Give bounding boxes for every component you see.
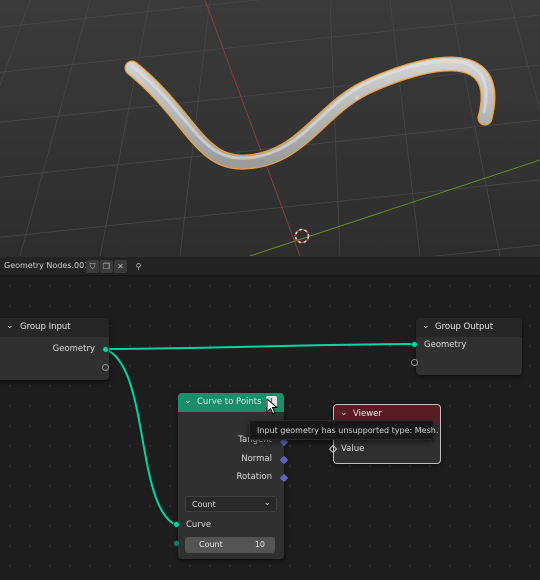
group-input-header[interactable]: ⌄ Group Input [0,318,109,337]
mouse-cursor-icon [266,398,279,415]
link-geometry-to-output[interactable] [104,343,415,350]
input-geometry-label: Geometry [424,340,467,350]
group-output-header[interactable]: ⌄ Group Output [416,318,522,337]
output-rotation-label: Rotation [236,472,272,482]
curve-to-points-node[interactable]: ⌄ Curve to Points ! Tangent Normal Rotat… [178,393,284,559]
group-input-title: Group Input [20,322,71,332]
group-input-node[interactable]: ⌄ Group Input Geometry [0,318,109,380]
warning-tooltip: Input geometry has unsupported type: Mes… [249,420,438,440]
origin-dot [355,96,359,100]
node-editor-header: Geometry Nodes.001 ⛉ ❐ ✕ ⚲ [0,256,540,276]
output-geometry-label: Geometry [52,344,95,354]
chevron-down-icon[interactable]: ⌄ [340,408,348,418]
group-output-geometry-socket[interactable] [411,341,418,348]
input-value-label: Value [341,444,365,454]
group-output-node[interactable]: ⌄ Group Output Geometry [416,318,522,375]
node-tree-name[interactable]: Geometry Nodes.001 [4,261,89,270]
chevron-down-icon: ⌄ [263,498,271,508]
output-normal-label: Normal [241,454,272,464]
viewport-background [0,0,540,256]
copy-icon[interactable]: ❐ [100,260,113,273]
group-output-title: Group Output [435,322,494,332]
chevron-down-icon[interactable]: ⌄ [184,396,192,406]
count-label: Count [199,540,223,549]
count-value: 10 [254,540,265,549]
shield-icon[interactable]: ⛉ [86,260,99,273]
pin-icon[interactable]: ⚲ [132,260,145,273]
group-output-empty-socket[interactable] [411,359,418,366]
chevron-down-icon[interactable]: ⌄ [422,321,430,331]
close-icon[interactable]: ✕ [114,260,127,273]
group-input-geometry-socket[interactable] [102,346,109,353]
count-input-socket[interactable] [173,540,180,547]
3d-viewport[interactable] [0,0,540,256]
node-editor-canvas[interactable]: ⌄ Group Input Geometry ⌄ Group Output Ge… [0,276,540,580]
viewer-title: Viewer [353,409,382,419]
mode-dropdown[interactable]: Count ⌄ [185,496,277,512]
curve-to-points-title: Curve to Points [197,397,262,407]
curve-input-socket[interactable] [173,521,180,528]
link-geometry-to-curve[interactable] [104,348,177,526]
input-curve-label: Curve [186,520,212,530]
mode-value: Count [192,500,216,509]
count-field[interactable]: Count 10 [185,537,275,553]
group-input-empty-socket[interactable] [102,364,109,371]
chevron-down-icon[interactable]: ⌄ [6,321,14,331]
